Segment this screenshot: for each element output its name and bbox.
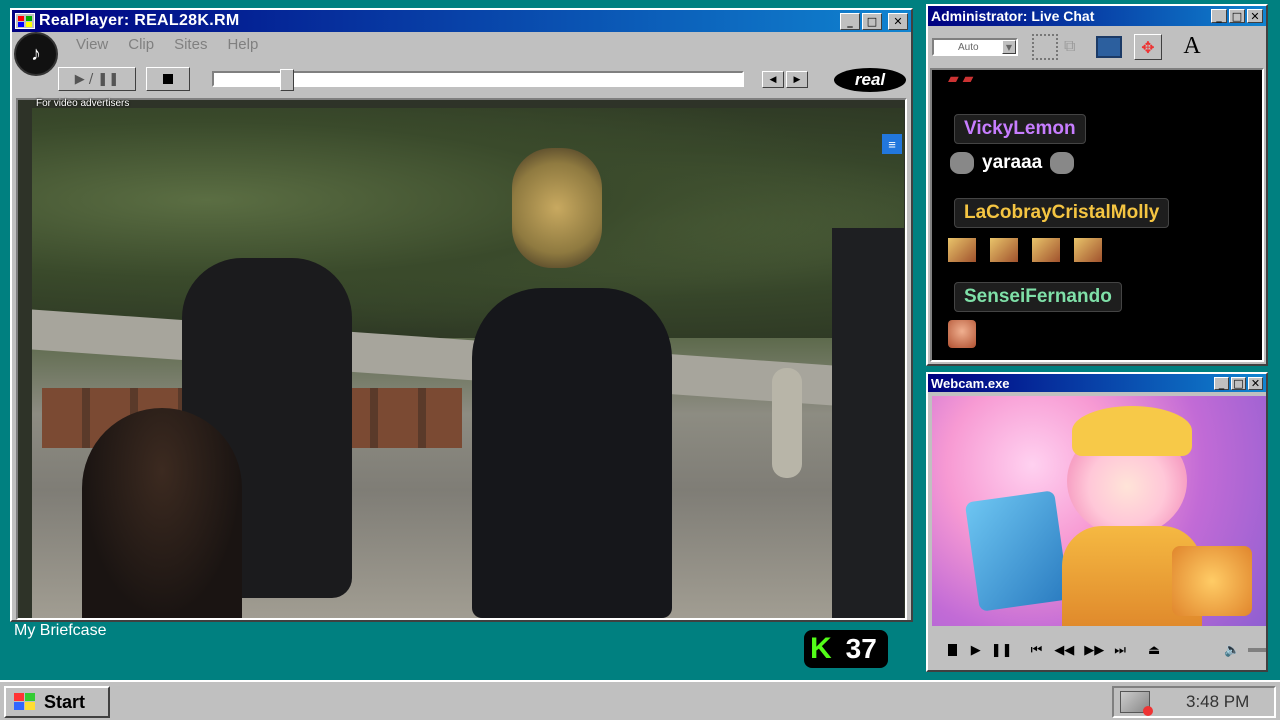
volume-slider[interactable] [1248, 648, 1266, 652]
kick-viewer-count: 37 [845, 633, 877, 664]
maximize-button[interactable]: □ [862, 12, 882, 30]
chat-message: VickyLemon [954, 114, 1086, 144]
menu-clip[interactable]: Clip [128, 36, 154, 53]
chat-username: VickyLemon [954, 114, 1086, 144]
menu-help[interactable]: Help [227, 36, 258, 53]
seek-bar[interactable] [212, 69, 744, 91]
realplayer-app-icon [15, 13, 35, 29]
pause-icon[interactable]: ❚❚ [991, 643, 1013, 658]
ad-caption: For video advertisers [36, 98, 130, 109]
webcam-window: Webcam.exe _ □ ✕ ▶ ❚❚ ⏮ ◀◀ ▶▶ ⏭ ⏏ 🔈 [926, 372, 1268, 672]
video-area[interactable]: ≡ [16, 98, 907, 620]
emote-icon [1050, 152, 1075, 174]
emote-icon [1032, 238, 1060, 262]
windows-logo-icon [14, 693, 36, 711]
start-button[interactable]: Start [4, 686, 110, 718]
emote-row [948, 238, 1102, 262]
menu-view[interactable]: View [76, 36, 108, 53]
chat-messages[interactable]: ▰ ▰ VickyLemon yaraaa LaCobrayCristalMol… [930, 68, 1264, 362]
skip-back-icon[interactable]: ⏮ [1031, 643, 1043, 658]
menu-sites[interactable]: Sites [174, 36, 207, 53]
webcam-image [932, 396, 1266, 626]
fast-forward-button[interactable]: ▶ [786, 71, 808, 88]
taskbar: Start 3:48 PM [0, 680, 1280, 720]
emote-icon [990, 238, 1018, 262]
start-label: Start [44, 691, 86, 712]
emote-icon [950, 152, 974, 174]
move-icon[interactable]: ✥ [1134, 34, 1162, 60]
chat-message: LaCobrayCristalMolly [954, 198, 1170, 228]
clock[interactable]: 3:48 PM [1186, 692, 1249, 712]
stop-icon [163, 74, 173, 84]
stop-button[interactable] [146, 67, 190, 91]
eject-icon[interactable]: ⏏ [1148, 643, 1160, 658]
realplayer-window: RealPlayer: REAL28K.RM _ □ ✕ View Clip S… [10, 8, 913, 622]
folder-icon[interactable] [1096, 36, 1122, 58]
auto-select[interactable]: Auto ▼ [932, 38, 1018, 56]
copy-icon[interactable]: ⧉ [1064, 36, 1086, 58]
minimize-button[interactable]: _ [840, 12, 860, 30]
realplayer-titlebar[interactable]: RealPlayer: REAL28K.RM _ □ ✕ [12, 10, 911, 32]
emote-icon [948, 238, 976, 262]
emote-icon [1074, 238, 1102, 262]
webcam-maximize-button[interactable]: □ [1231, 376, 1246, 390]
chat-close-button[interactable]: ✕ [1247, 9, 1263, 23]
kick-badge: K 37 [804, 630, 888, 668]
chat-message: SenseiFernando [954, 282, 1122, 312]
chat-toolbar: Auto ▼ ⧉ ✥ A [928, 26, 1266, 68]
selection-icon[interactable] [1032, 34, 1058, 60]
stop-icon[interactable] [948, 644, 957, 656]
chat-minimize-button[interactable]: _ [1211, 9, 1227, 23]
live-chat-titlebar[interactable]: Administrator: Live Chat _ □ ✕ [928, 6, 1266, 26]
chat-username: LaCobrayCristalMolly [954, 198, 1170, 228]
realplayer-title: RealPlayer: REAL28K.RM [39, 12, 240, 29]
webcam-minimize-button[interactable]: _ [1214, 376, 1229, 390]
webcam-controls: ▶ ❚❚ ⏮ ◀◀ ▶▶ ⏭ ⏏ 🔈 [932, 634, 1266, 666]
volume-icon[interactable]: 🔈 [1224, 643, 1240, 658]
play-icon[interactable]: ▶ [971, 643, 981, 658]
play-pause-button[interactable]: ▶ / ❚❚ [58, 67, 136, 91]
chevron-down-icon[interactable]: ▼ [1002, 40, 1016, 54]
kick-icon: K [810, 632, 832, 665]
emote-icon [948, 320, 976, 348]
real-logo: real [834, 68, 906, 92]
realplayer-menubar: View Clip Sites Help [12, 32, 911, 56]
video-menu-icon[interactable]: ≡ [882, 134, 902, 154]
realplayer-controls: ▶ / ❚❚ ◀ ▶ real [12, 62, 911, 98]
emote-row: ▰ ▰ [948, 70, 974, 86]
chat-maximize-button[interactable]: □ [1229, 9, 1245, 23]
skip-forward-icon[interactable]: ⏭ [1114, 643, 1126, 658]
system-tray: 3:48 PM [1112, 686, 1276, 718]
seek-thumb[interactable] [280, 69, 294, 91]
live-chat-window: Administrator: Live Chat _ □ ✕ Auto ▼ ⧉ … [926, 4, 1268, 366]
video-frame [32, 108, 904, 618]
chat-username: SenseiFernando [954, 282, 1122, 312]
rewind-button[interactable]: ◀ [762, 71, 784, 88]
webcam-close-button[interactable]: ✕ [1248, 376, 1263, 390]
network-icon[interactable] [1120, 691, 1153, 716]
webcam-titlebar[interactable]: Webcam.exe _ □ ✕ [928, 374, 1266, 392]
font-button[interactable]: A [1178, 32, 1206, 60]
live-chat-title: Administrator: Live Chat [931, 8, 1095, 24]
rewind-icon[interactable]: ◀◀ [1054, 643, 1074, 658]
chat-message-text: yaraaa [950, 152, 1075, 174]
fast-forward-icon[interactable]: ▶▶ [1084, 643, 1104, 658]
close-button[interactable]: ✕ [888, 12, 908, 30]
briefcase-label[interactable]: My Briefcase [14, 622, 106, 640]
webcam-title: Webcam.exe [931, 375, 1010, 391]
